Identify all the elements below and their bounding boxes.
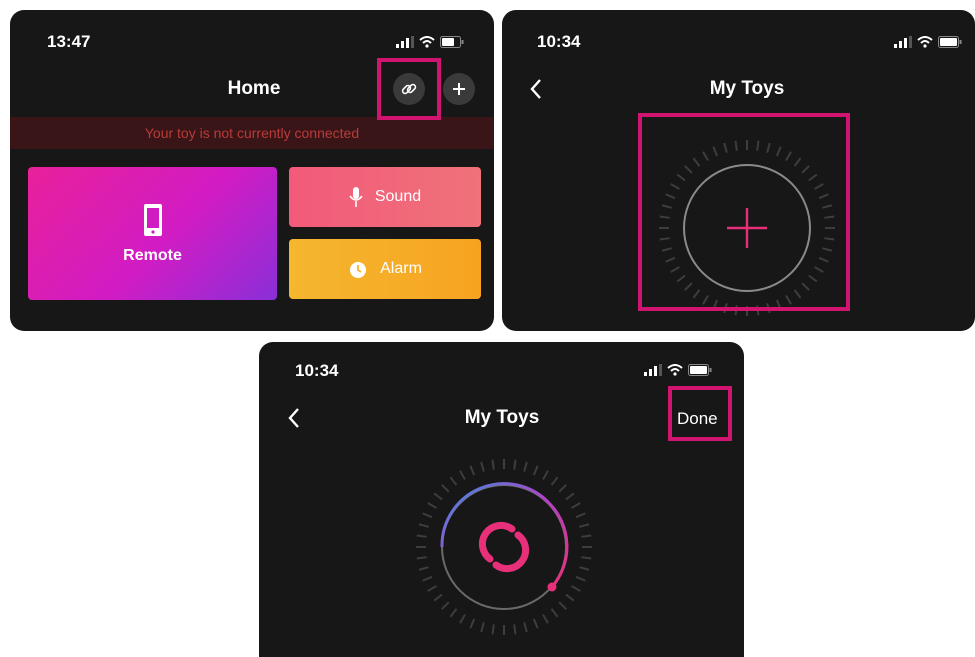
dial-tick <box>581 556 592 560</box>
dial-tick <box>433 492 443 501</box>
dial-tick <box>575 512 586 519</box>
dial-tick <box>558 601 567 610</box>
scanning-spinner-icon <box>478 521 530 573</box>
dial-tick <box>579 566 590 571</box>
signal-icon <box>894 36 912 48</box>
dial-tick <box>550 608 559 618</box>
done-button-highlight <box>668 386 732 441</box>
dial-tick <box>459 614 466 624</box>
dial-tick <box>581 534 592 538</box>
dial-tick <box>513 624 517 635</box>
dial-tick <box>565 492 575 501</box>
dial-tick <box>469 465 476 476</box>
signal-icon <box>644 364 662 376</box>
add-button[interactable] <box>443 73 475 105</box>
dial-tick <box>575 575 586 582</box>
page-title: My Toys <box>709 78 785 99</box>
dial-tick <box>459 470 466 480</box>
scanning-dial <box>416 459 592 635</box>
dial-tick <box>416 556 427 560</box>
dial-tick <box>449 476 458 486</box>
status-time: 10:34 <box>295 361 339 380</box>
sound-label: Sound <box>374 188 422 205</box>
remote-tile[interactable]: Remote <box>28 167 277 300</box>
battery-icon <box>688 364 712 376</box>
status-icons <box>644 364 712 376</box>
my-toys-scanning-panel: 10:34 My Toys Done <box>259 342 744 657</box>
dial-tick <box>558 484 567 493</box>
my-toys-add-panel: 10:34 My Toys <box>502 10 975 331</box>
dial-tick <box>579 523 590 528</box>
status-time: 10:34 <box>537 32 581 51</box>
page-title: Home <box>227 78 281 99</box>
home-screen-panel: 13:47 Home Your toy is not currently con… <box>10 10 494 331</box>
status-icons <box>894 36 962 48</box>
dial-tick <box>416 534 427 538</box>
dial-tick <box>571 502 581 509</box>
page-title: My Toys <box>464 407 540 428</box>
dial-tick <box>469 618 476 629</box>
status-icons <box>396 36 464 48</box>
phone-icon <box>143 203 162 236</box>
dial-tick <box>565 593 575 602</box>
alarm-tile[interactable]: Alarm <box>289 239 481 299</box>
dial-tick <box>418 566 429 571</box>
back-chevron-icon[interactable] <box>529 78 543 100</box>
dial-tick <box>480 622 485 633</box>
wifi-icon <box>419 36 435 48</box>
dial-tick <box>491 459 495 470</box>
alarm-label: Alarm <box>380 260 422 277</box>
dial-tick <box>418 523 429 528</box>
dial-tick <box>422 575 433 582</box>
dial-tick <box>523 461 528 472</box>
dial-tick <box>427 502 437 509</box>
dial-tick <box>542 614 549 624</box>
dial-tick <box>523 622 528 633</box>
dial-tick <box>550 476 559 486</box>
sound-tile[interactable]: Sound <box>289 167 481 227</box>
dial-tick <box>513 459 517 470</box>
remote-label: Remote <box>123 246 182 264</box>
status-time: 13:47 <box>47 32 91 51</box>
dial-tick <box>433 593 443 602</box>
plus-icon <box>453 83 465 95</box>
dial-tick <box>491 624 495 635</box>
mic-icon <box>349 187 363 207</box>
dial-tick <box>449 608 458 618</box>
connection-banner[interactable]: Your toy is not currently connected <box>10 117 494 149</box>
dial-tick <box>532 618 539 629</box>
connection-banner-text: Your toy is not currently connected <box>144 125 360 141</box>
wifi-icon <box>667 364 683 376</box>
dial-tick <box>542 470 549 480</box>
dial-tick <box>532 465 539 476</box>
link-button-highlight <box>377 58 441 120</box>
dial-tick <box>571 585 581 592</box>
dial-tick <box>422 512 433 519</box>
battery-icon <box>938 36 962 48</box>
battery-icon <box>440 36 464 48</box>
alarm-clock-icon <box>350 262 367 278</box>
add-toy-highlight <box>638 113 850 311</box>
dial-tick <box>427 585 437 592</box>
dial-tick <box>441 484 450 493</box>
wifi-icon <box>917 36 933 48</box>
dial-tick <box>480 461 485 472</box>
back-chevron-icon[interactable] <box>287 407 301 429</box>
signal-icon <box>396 36 414 48</box>
dial-tick <box>441 601 450 610</box>
